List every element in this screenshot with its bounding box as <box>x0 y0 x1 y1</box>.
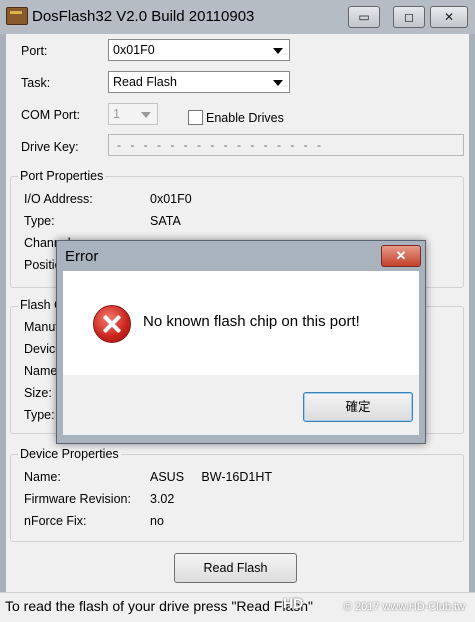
chevron-down-icon <box>273 48 283 54</box>
read-flash-button[interactable]: Read Flash <box>174 553 297 583</box>
port-properties-title: Port Properties <box>18 169 106 183</box>
nforce-fix-label: nForce Fix: <box>24 514 87 528</box>
io-address-value: 0x01F0 <box>150 192 192 206</box>
maximize-button[interactable]: ◻ <box>393 6 425 28</box>
firmware-revision-value: 3.02 <box>150 492 175 506</box>
device-name-label: Name: <box>24 470 61 484</box>
io-address-label: I/O Address: <box>24 192 93 206</box>
minimize-button[interactable]: ▭ <box>348 6 380 28</box>
size-label: Size: <box>24 386 52 400</box>
watermark-logo: HD <box>283 595 304 611</box>
chevron-down-icon <box>273 80 283 86</box>
manufacturer-label: Manuf <box>24 320 59 334</box>
enable-drives-checkbox[interactable] <box>188 110 203 125</box>
main-window: DosFlash32 V2.0 Build 20110903 ▭ ◻ ✕ Por… <box>0 0 475 622</box>
watermark-text: © 2017 www.HD-Club.tw <box>343 601 465 613</box>
port-select-value: 0x01F0 <box>113 43 155 57</box>
status-bar: To read the flash of your drive press "R… <box>0 592 475 622</box>
title-bar: DosFlash32 V2.0 Build 20110903 ▭ ◻ ✕ <box>0 0 475 34</box>
chevron-down-icon <box>141 112 151 118</box>
port-type-label: Type: <box>24 214 55 228</box>
port-type-value: SATA <box>150 214 181 228</box>
error-icon <box>93 305 131 343</box>
dialog-title: Error <box>65 248 99 265</box>
task-select[interactable]: Read Flash <box>108 71 290 93</box>
dialog-footer: 確定 <box>63 375 419 435</box>
app-icon <box>6 7 28 25</box>
port-label: Port: <box>21 44 48 58</box>
firmware-revision-label: Firmware Revision: <box>24 492 131 506</box>
dialog-close-button[interactable]: ✕ <box>381 245 421 267</box>
close-button[interactable]: ✕ <box>430 6 468 28</box>
com-port-value: 1 <box>113 107 120 121</box>
device-properties-title: Device Properties <box>18 447 121 461</box>
chip-type-label: Type: <box>24 408 55 422</box>
port-select[interactable]: 0x01F0 <box>108 39 290 61</box>
chip-name-label: Name <box>24 364 58 378</box>
dialog-message: No known flash chip on this port! <box>143 313 360 330</box>
task-select-value: Read Flash <box>113 75 177 89</box>
dialog-body: No known flash chip on this port! <box>63 271 419 375</box>
ok-button[interactable]: 確定 <box>303 392 413 422</box>
drive-key-field[interactable]: - - - - - - - - - - - - - - - - <box>108 134 464 156</box>
device-name-value: ASUS BW-16D1HT <box>150 470 273 484</box>
enable-drives-label: Enable Drives <box>206 111 284 125</box>
error-dialog: Error ✕ No known flash chip on this port… <box>56 240 426 444</box>
com-port-select[interactable]: 1 <box>108 103 158 125</box>
task-label: Task: <box>21 76 51 90</box>
nforce-fix-value: no <box>150 514 164 528</box>
com-port-label: COM Port: <box>21 108 81 122</box>
window-title: DosFlash32 V2.0 Build 20110903 <box>32 8 255 25</box>
status-text: To read the flash of your drive press "R… <box>5 598 313 614</box>
drive-key-label: Drive Key: <box>21 140 79 154</box>
